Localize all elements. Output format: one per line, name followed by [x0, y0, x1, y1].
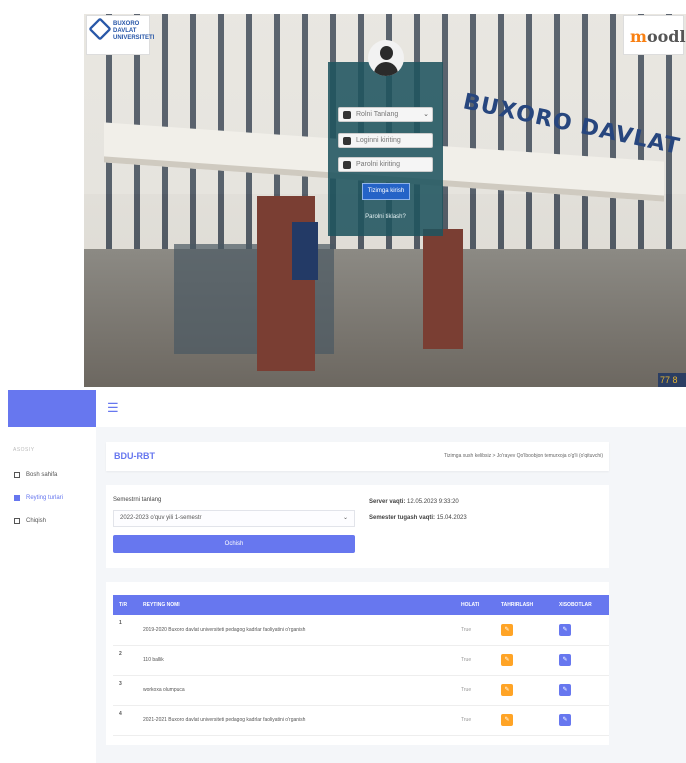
semester-end-time: Semester tugash vaqti: 15.04.2023 [369, 515, 467, 521]
menu-toggle-icon[interactable]: ☰ [107, 400, 119, 416]
table-row: 4 2021-2021 Buxoro davlat universiteti p… [113, 705, 609, 736]
report-button[interactable]: ✎ [559, 654, 571, 666]
sidebar-caption: ASOSIY [13, 447, 35, 453]
edit-button[interactable]: ✎ [501, 684, 513, 696]
password-input[interactable]: Parolni kiriting [338, 157, 433, 172]
semester-select[interactable]: 2022-2023 o'quv yili 1-semestr ⌄ [113, 510, 355, 527]
sidebar-header [8, 390, 96, 427]
edit-button[interactable]: ✎ [501, 654, 513, 666]
sidebar: ASOSIY Bosh sahifa Reyting turlari Chiqi… [8, 427, 96, 763]
user-icon [343, 137, 351, 145]
rating-name: 110 ballik [137, 645, 455, 676]
table-header-row: T/R REYTING NOMI HOLATI TAHRIRLASH XISOB… [113, 595, 609, 615]
topbar: ☰ [96, 390, 686, 427]
rating-status: True [455, 645, 495, 676]
rating-status: True [455, 615, 495, 646]
report-button[interactable]: ✎ [559, 623, 571, 636]
rating-status: True [455, 675, 495, 706]
sidebar-item-home[interactable]: Bosh sahifa [8, 467, 96, 483]
report-button[interactable]: ✎ [559, 714, 571, 726]
page-title: BDU-RBT [114, 451, 155, 461]
home-icon [14, 472, 20, 478]
sidebar-item-ratings[interactable]: Reyting turlari [8, 490, 96, 506]
column-header: REYTING NOMI [137, 595, 455, 615]
rating-name: workoxa olumpuca [137, 675, 455, 706]
table-row: 3 workoxa olumpuca True ✎ ✎ [113, 675, 609, 706]
entrance-sign [292, 222, 318, 280]
lock-icon [343, 161, 351, 169]
login-card: Rolni Tanlang ⌄ Loginni kiriting Parolni… [328, 40, 443, 236]
chevron-down-icon: ⌄ [423, 111, 429, 118]
rating-name: 2021-2021 Buxoro davlat universiteti ped… [137, 705, 455, 736]
table-row: 2 110 ballik True ✎ ✎ [113, 645, 609, 676]
role-select[interactable]: Rolni Tanlang ⌄ [338, 107, 433, 122]
document-icon [14, 495, 20, 501]
semester-card: Semestrni tanlang 2022-2023 o'quv yili 1… [106, 485, 609, 568]
dashboard: ASOSIY Bosh sahifa Reyting turlari Chiqi… [0, 390, 686, 763]
semester-label: Semestrni tanlang [113, 497, 162, 503]
user-avatar-icon [368, 40, 404, 76]
row-number: 4 [113, 705, 137, 736]
university-logo-icon [88, 17, 112, 41]
university-logo: BUXORO DAVLAT UNIVERSITETI [86, 15, 154, 55]
edit-button[interactable]: ✎ [501, 623, 513, 636]
row-number: 2 [113, 645, 137, 676]
column-header: TAHRIRLASH [495, 595, 553, 615]
login-button[interactable]: Tizimga kirish [362, 183, 410, 200]
ratings-table: T/R REYTING NOMI HOLATI TAHRIRLASH XISOB… [113, 595, 609, 736]
ratings-card: T/R REYTING NOMI HOLATI TAHRIRLASH XISOB… [106, 582, 609, 745]
forgot-password-link[interactable]: Parolni tiklash? [328, 214, 443, 220]
open-button[interactable]: Ochish [113, 535, 355, 553]
row-number: 1 [113, 615, 137, 646]
server-time: Server vaqti: 12.05.2023 9:33:20 [369, 499, 459, 505]
moodle-logo-text: moodle [630, 27, 686, 46]
corner-badge: 77 8 [658, 373, 686, 387]
report-button[interactable]: ✎ [559, 684, 571, 696]
sidebar-item-logout[interactable]: Chiqish [8, 513, 96, 529]
row-number: 3 [113, 675, 137, 706]
moodle-logo: moodle [623, 15, 686, 55]
rating-status: True [455, 705, 495, 736]
main-content: ☰ BDU-RBT Tizimga xush kelibsiz > Jo'ray… [96, 390, 686, 763]
column-header: XISOBOTLAR [553, 595, 609, 615]
table-row: 1 2019-2020 Buxoro davlat universiteti p… [113, 615, 609, 646]
column-header: HOLATI [455, 595, 495, 615]
breadcrumb: Tizimga xush kelibsiz > Jo'rayev Qo'lboo… [444, 453, 603, 459]
rating-name: 2019-2020 Buxoro davlat universiteti ped… [137, 615, 455, 646]
university-logo-text: BUXORO DAVLAT UNIVERSITETI [113, 21, 155, 41]
page-header-card: BDU-RBT Tizimga xush kelibsiz > Jo'rayev… [106, 442, 609, 471]
chevron-down-icon: ⌄ [342, 515, 348, 521]
edit-button[interactable]: ✎ [501, 714, 513, 726]
building-pillar [423, 229, 463, 349]
column-header: T/R [113, 595, 137, 615]
login-input[interactable]: Loginni kiriting [338, 133, 433, 148]
logout-icon [14, 518, 20, 524]
users-icon [343, 111, 351, 119]
